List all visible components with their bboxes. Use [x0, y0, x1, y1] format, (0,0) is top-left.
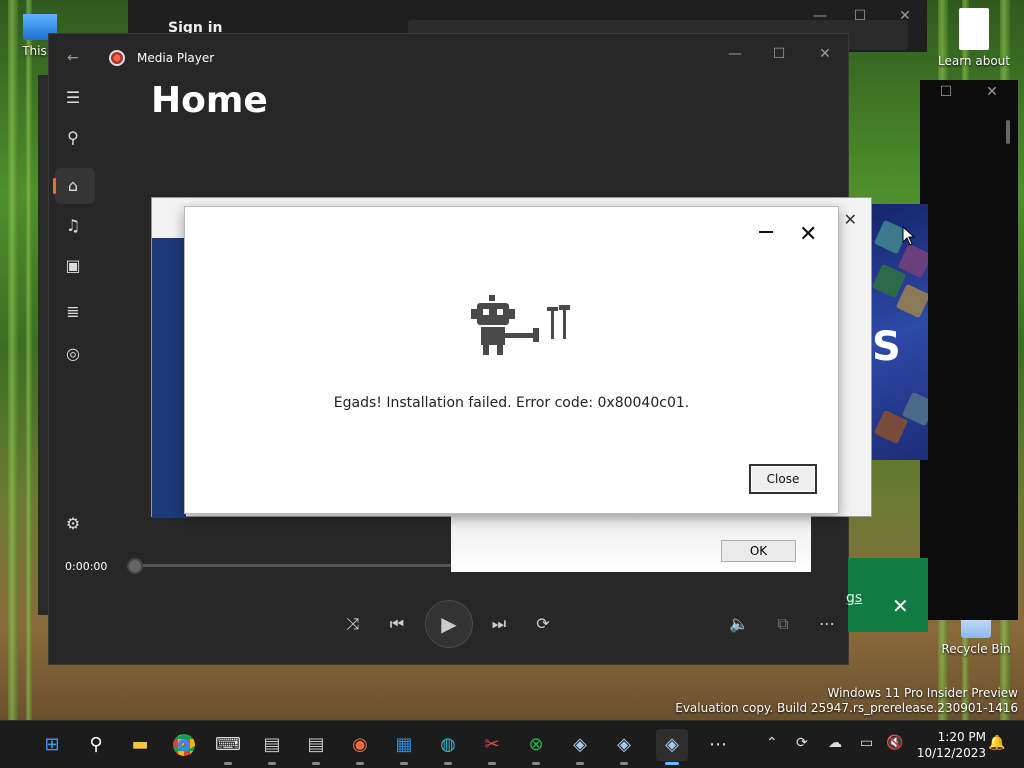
- onedrive-icon[interactable]: ☁: [828, 735, 842, 751]
- close-icon[interactable]: ✕: [892, 594, 909, 618]
- watermark-line-2: Evaluation copy. Build 25947.rs_prerelea…: [675, 701, 1018, 715]
- disc-icon[interactable]: ◎: [61, 342, 85, 366]
- notification-bell-icon[interactable]: 🔔: [988, 735, 1005, 751]
- clock-time: 1:20 PM: [937, 730, 986, 744]
- next-icon[interactable]: ⏭: [487, 612, 511, 636]
- page-title: Home: [151, 80, 268, 121]
- miniplayer-icon[interactable]: ⧉: [771, 612, 795, 636]
- file-explorer-icon[interactable]: ▬: [124, 729, 156, 761]
- clock-date: 10/12/2023: [916, 746, 986, 760]
- minimize-icon[interactable]: —: [810, 8, 830, 24]
- elapsed-time: 0:00:00: [65, 560, 108, 573]
- playlist-icon[interactable]: ≣: [61, 300, 85, 324]
- video-icon[interactable]: ▣: [61, 254, 85, 278]
- chevron-up-icon[interactable]: ⌃: [766, 735, 778, 751]
- banner-link[interactable]: gs: [846, 590, 862, 606]
- game-tile: [895, 283, 928, 319]
- terminal-window: ☐ ✕: [920, 80, 1018, 620]
- notification-banner[interactable]: gs ✕: [846, 558, 928, 632]
- notes-icon[interactable]: ▦: [388, 729, 420, 765]
- document-icon: [959, 8, 989, 50]
- play-button[interactable]: ▶: [425, 600, 473, 648]
- desktop-icon-learn-about[interactable]: Learn about: [932, 8, 1016, 68]
- home-icon[interactable]: ⌂: [61, 174, 85, 198]
- installation-error-dialog: ✕ Egads! Installation failed. Error code…: [184, 206, 839, 514]
- close-icon[interactable]: ✕: [844, 210, 857, 229]
- close-icon[interactable]: ✕: [799, 222, 817, 247]
- start-icon[interactable]: ⊞: [36, 729, 68, 761]
- broken-robot-icon: [471, 295, 570, 355]
- desktop-icon-label: Recycle Bin: [941, 642, 1011, 656]
- watermark-line-1: Windows 11 Pro Insider Preview: [827, 686, 1018, 700]
- cursor-icon: [902, 226, 916, 246]
- close-icon[interactable]: ✕: [815, 46, 835, 62]
- title-bar[interactable]: ← Media Player — ☐ ✕: [49, 34, 848, 80]
- system-clock[interactable]: 1:20 PM 10/12/2023: [917, 729, 986, 761]
- notepad-icon[interactable]: ▤: [256, 729, 288, 765]
- search-icon[interactable]: ⚲: [80, 729, 112, 761]
- search-icon[interactable]: ⚲: [61, 126, 85, 150]
- store-sidebar: [152, 238, 186, 518]
- installer-icon[interactable]: ◈: [656, 729, 688, 765]
- shuffle-icon[interactable]: ⤨: [341, 612, 365, 636]
- media-player-icon[interactable]: ◉: [344, 729, 376, 765]
- app-title: Media Player: [137, 51, 215, 65]
- snipping-tool-icon[interactable]: ✂: [476, 729, 508, 765]
- sync-icon[interactable]: ⟳: [796, 735, 808, 751]
- terminal-icon[interactable]: ⌨: [212, 729, 244, 765]
- menu-icon[interactable]: ☰: [61, 86, 85, 110]
- background-dialog: OK: [451, 514, 811, 572]
- seek-handle[interactable]: [127, 558, 143, 574]
- desktop-icon-label: Learn about: [938, 54, 1010, 68]
- gear-icon[interactable]: ⚙: [61, 512, 85, 536]
- close-button[interactable]: Close: [749, 464, 817, 494]
- installer-icon[interactable]: ◈: [608, 729, 640, 765]
- xbox-icon[interactable]: ⊗: [520, 729, 552, 765]
- minimize-icon[interactable]: [759, 231, 773, 233]
- volume-icon[interactable]: 🔈: [727, 612, 751, 636]
- notepad-icon[interactable]: ▤: [300, 729, 332, 765]
- minimize-icon[interactable]: —: [725, 46, 745, 62]
- maximize-icon[interactable]: ☐: [850, 8, 870, 24]
- media-player-logo-icon: [109, 50, 125, 66]
- repeat-icon[interactable]: ⟳: [531, 612, 555, 636]
- installer-icon[interactable]: ◈: [564, 729, 596, 765]
- error-message: Egads! Installation failed. Error code: …: [333, 395, 690, 411]
- back-arrow-icon[interactable]: ←: [63, 50, 83, 66]
- taskbar: ⊞ ⚲ ▬ ⌨ ▤ ▤ ◉ ▦ ◍ ✂ ⊗ ◈ ◈ ◈ ⋯ ⌃ ⟳ ☁ ▭ 🔇 …: [0, 720, 1024, 768]
- network-icon[interactable]: ▭: [860, 735, 873, 751]
- volume-mute-icon[interactable]: 🔇: [886, 735, 903, 751]
- close-icon[interactable]: ✕: [895, 8, 915, 24]
- maximize-icon[interactable]: ☐: [769, 46, 789, 62]
- music-icon[interactable]: ♫: [61, 214, 85, 238]
- scrollbar[interactable]: [1006, 120, 1010, 144]
- more-icon[interactable]: ⋯: [702, 729, 734, 761]
- banner-text: S: [872, 324, 901, 370]
- close-icon[interactable]: ✕: [982, 84, 1002, 100]
- game-pass-banner[interactable]: S: [872, 204, 928, 460]
- seek-bar[interactable]: [135, 564, 455, 567]
- chrome-icon[interactable]: [168, 729, 200, 761]
- previous-icon[interactable]: ⏮: [385, 612, 409, 636]
- maximize-icon[interactable]: ☐: [936, 84, 956, 100]
- globe-icon[interactable]: ◍: [432, 729, 464, 765]
- more-icon[interactable]: ⋯: [815, 612, 839, 636]
- ok-button[interactable]: OK: [721, 540, 796, 562]
